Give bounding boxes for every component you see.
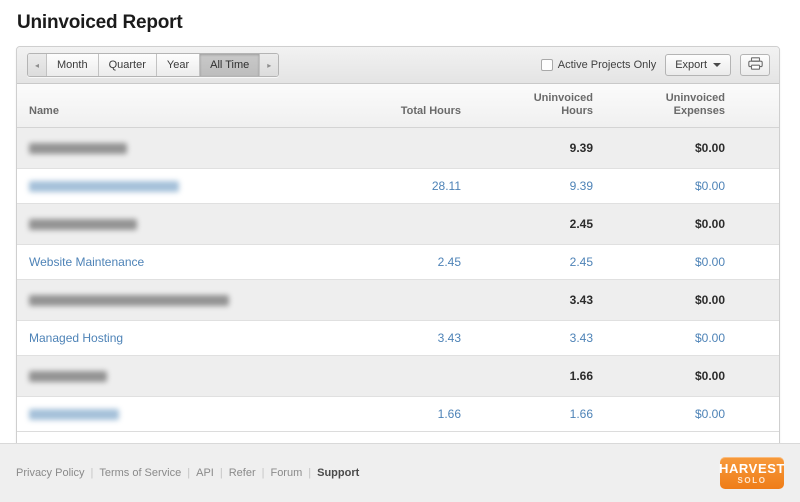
cell-uninvoiced-amount: $257.25: [737, 320, 779, 356]
harvest-solo-logo[interactable]: HARVEST SOLO: [718, 457, 786, 489]
redacted-name: [29, 181, 179, 193]
toolbar-right-group: Active Projects Only Export: [540, 54, 770, 76]
cell-name: [17, 355, 341, 397]
cell-uninvoiced-hours: 3.43: [473, 320, 605, 356]
cell-uninvoiced-amount: $124.50: [737, 355, 779, 397]
table-row-project: Managed Hosting3.433.43$0.00$257.25: [17, 320, 779, 356]
footer-link-terms-of-service[interactable]: Terms of Service: [93, 467, 187, 479]
cell-uninvoiced-amount: $704.25: [737, 168, 779, 204]
table-row-client: 2.45$0.00$183.75Invoice: [17, 203, 779, 245]
cell-uninvoiced-amount: $257.25: [737, 279, 779, 321]
cell-uninvoiced-hours: 1.66: [473, 355, 605, 397]
cell-uninvoiced-hours: 2.45: [473, 244, 605, 280]
active-projects-only-control[interactable]: Active Projects Only: [540, 59, 657, 71]
cell-total-hours: [341, 279, 473, 321]
date-range-year-button[interactable]: Year: [156, 54, 201, 76]
cell-uninvoiced-hours: 3.43: [473, 279, 605, 321]
cell-total-hours: 2.45: [341, 244, 473, 280]
cell-name: [17, 168, 341, 204]
date-range-segmented-control[interactable]: ◂ Month Quarter Year All Time ▸: [27, 53, 280, 77]
column-header-total-hours[interactable]: Total Hours: [341, 84, 473, 128]
column-header-uninvoiced-expenses-line1: Uninvoiced: [665, 92, 725, 104]
table-body: 9.39$0.00$704.25Invoice28.119.39$0.00$70…: [17, 127, 779, 474]
column-header-uninvoiced-expenses[interactable]: Uninvoiced Expenses: [605, 84, 737, 128]
cell-uninvoiced-expenses: $0.00: [605, 244, 737, 280]
table-header-row: Name Total Hours Uninvoiced Hours Uninvo…: [17, 84, 779, 128]
cell-name: Website Maintenance: [17, 244, 341, 280]
redacted-name: [29, 143, 127, 155]
redacted-name: [29, 219, 137, 231]
cell-total-hours: [341, 127, 473, 169]
date-range-month-button[interactable]: Month: [47, 54, 99, 76]
export-button[interactable]: Export: [665, 54, 731, 76]
report-panel: ◂ Month Quarter Year All Time ▸ Active P…: [16, 46, 780, 501]
page-title: Uninvoiced Report: [17, 12, 183, 33]
footer-link-forum[interactable]: Forum: [264, 467, 308, 479]
cell-name: [17, 396, 341, 432]
cell-uninvoiced-expenses: $0.00: [605, 396, 737, 432]
table-row-client: 1.66$0.00$124.50Invoice: [17, 355, 779, 397]
table-row-project: 28.119.39$0.00$704.25: [17, 168, 779, 204]
table-row-client: 9.39$0.00$704.25Invoice: [17, 127, 779, 169]
footer-link-api[interactable]: API: [190, 467, 220, 479]
cell-name: [17, 127, 341, 169]
footer-link-support[interactable]: Support: [311, 467, 365, 479]
project-name-link[interactable]: Managed Hosting: [29, 331, 123, 345]
page-footer: Privacy Policy | Terms of Service | API | Refe…: [0, 443, 800, 502]
table-row-project: Website Maintenance2.452.45$0.00$183.75: [17, 244, 779, 280]
uninvoiced-report-table: Name Total Hours Uninvoiced Hours Uninvo…: [17, 84, 779, 474]
cell-uninvoiced-hours: 9.39: [473, 168, 605, 204]
logo-wordmark: HARVEST: [718, 460, 786, 476]
redacted-name: [29, 295, 229, 307]
column-header-name[interactable]: Name: [17, 84, 341, 128]
printer-icon: [747, 57, 763, 73]
project-name-link[interactable]: Website Maintenance: [29, 255, 144, 269]
active-projects-only-label: Active Projects Only: [557, 59, 657, 71]
footer-link-privacy-policy[interactable]: Privacy Policy: [16, 467, 90, 479]
cell-uninvoiced-expenses: $0.00: [605, 320, 737, 356]
column-header-uninvoiced-hours[interactable]: Uninvoiced Hours: [473, 84, 605, 128]
cell-total-hours: [341, 355, 473, 397]
print-button[interactable]: [740, 54, 770, 76]
cell-name: [17, 279, 341, 321]
logo-plan-label: SOLO: [737, 475, 767, 485]
active-projects-only-checkbox[interactable]: [540, 59, 553, 71]
cell-uninvoiced-amount: $124.50: [737, 396, 779, 432]
cell-uninvoiced-expenses: $0.00: [605, 279, 737, 321]
table-row-project: 1.661.66$0.00$124.50: [17, 396, 779, 432]
column-header-uninvoiced-amount[interactable]: Uninvoiced Amount: [737, 84, 779, 128]
cell-uninvoiced-expenses: $0.00: [605, 355, 737, 397]
column-header-uninvoiced-hours-line1: Uninvoiced: [533, 92, 593, 104]
cell-name: [17, 203, 341, 245]
date-range-prev-button[interactable]: ◂: [28, 54, 48, 76]
column-header-uninvoiced-hours-line2: Hours: [561, 105, 593, 117]
cell-total-hours: 1.66: [341, 396, 473, 432]
cell-total-hours: 3.43: [341, 320, 473, 356]
cell-total-hours: 28.11: [341, 168, 473, 204]
cell-uninvoiced-expenses: $0.00: [605, 127, 737, 169]
footer-link-refer[interactable]: Refer: [223, 467, 262, 479]
report-toolbar: ◂ Month Quarter Year All Time ▸ Active P…: [17, 47, 779, 84]
date-range-next-button[interactable]: ▸: [260, 54, 279, 76]
cell-uninvoiced-expenses: $0.00: [605, 168, 737, 204]
date-range-all-time-button[interactable]: All Time: [200, 54, 261, 76]
date-range-quarter-button[interactable]: Quarter: [98, 54, 157, 76]
redacted-name: [29, 371, 107, 383]
redacted-name: [29, 409, 119, 421]
table-header: Name Total Hours Uninvoiced Hours Uninvo…: [17, 84, 779, 128]
footer-link-list: Privacy Policy | Terms of Service | API | Refe…: [16, 467, 365, 479]
export-button-label: Export: [675, 59, 707, 71]
cell-uninvoiced-hours: 1.66: [473, 396, 605, 432]
column-header-uninvoiced-expenses-line2: Expenses: [673, 105, 725, 117]
cell-uninvoiced-amount: $704.25: [737, 127, 779, 169]
table-row-client: 3.43$0.00$257.25Invoice: [17, 279, 779, 321]
cell-uninvoiced-amount: $183.75: [737, 244, 779, 280]
cell-total-hours: [341, 203, 473, 245]
cell-name: Managed Hosting: [17, 320, 341, 356]
cell-uninvoiced-amount: $183.75: [737, 203, 779, 245]
chevron-down-icon: [713, 63, 721, 67]
cell-uninvoiced-expenses: $0.00: [605, 203, 737, 245]
cell-uninvoiced-hours: 2.45: [473, 203, 605, 245]
cell-uninvoiced-hours: 9.39: [473, 127, 605, 169]
